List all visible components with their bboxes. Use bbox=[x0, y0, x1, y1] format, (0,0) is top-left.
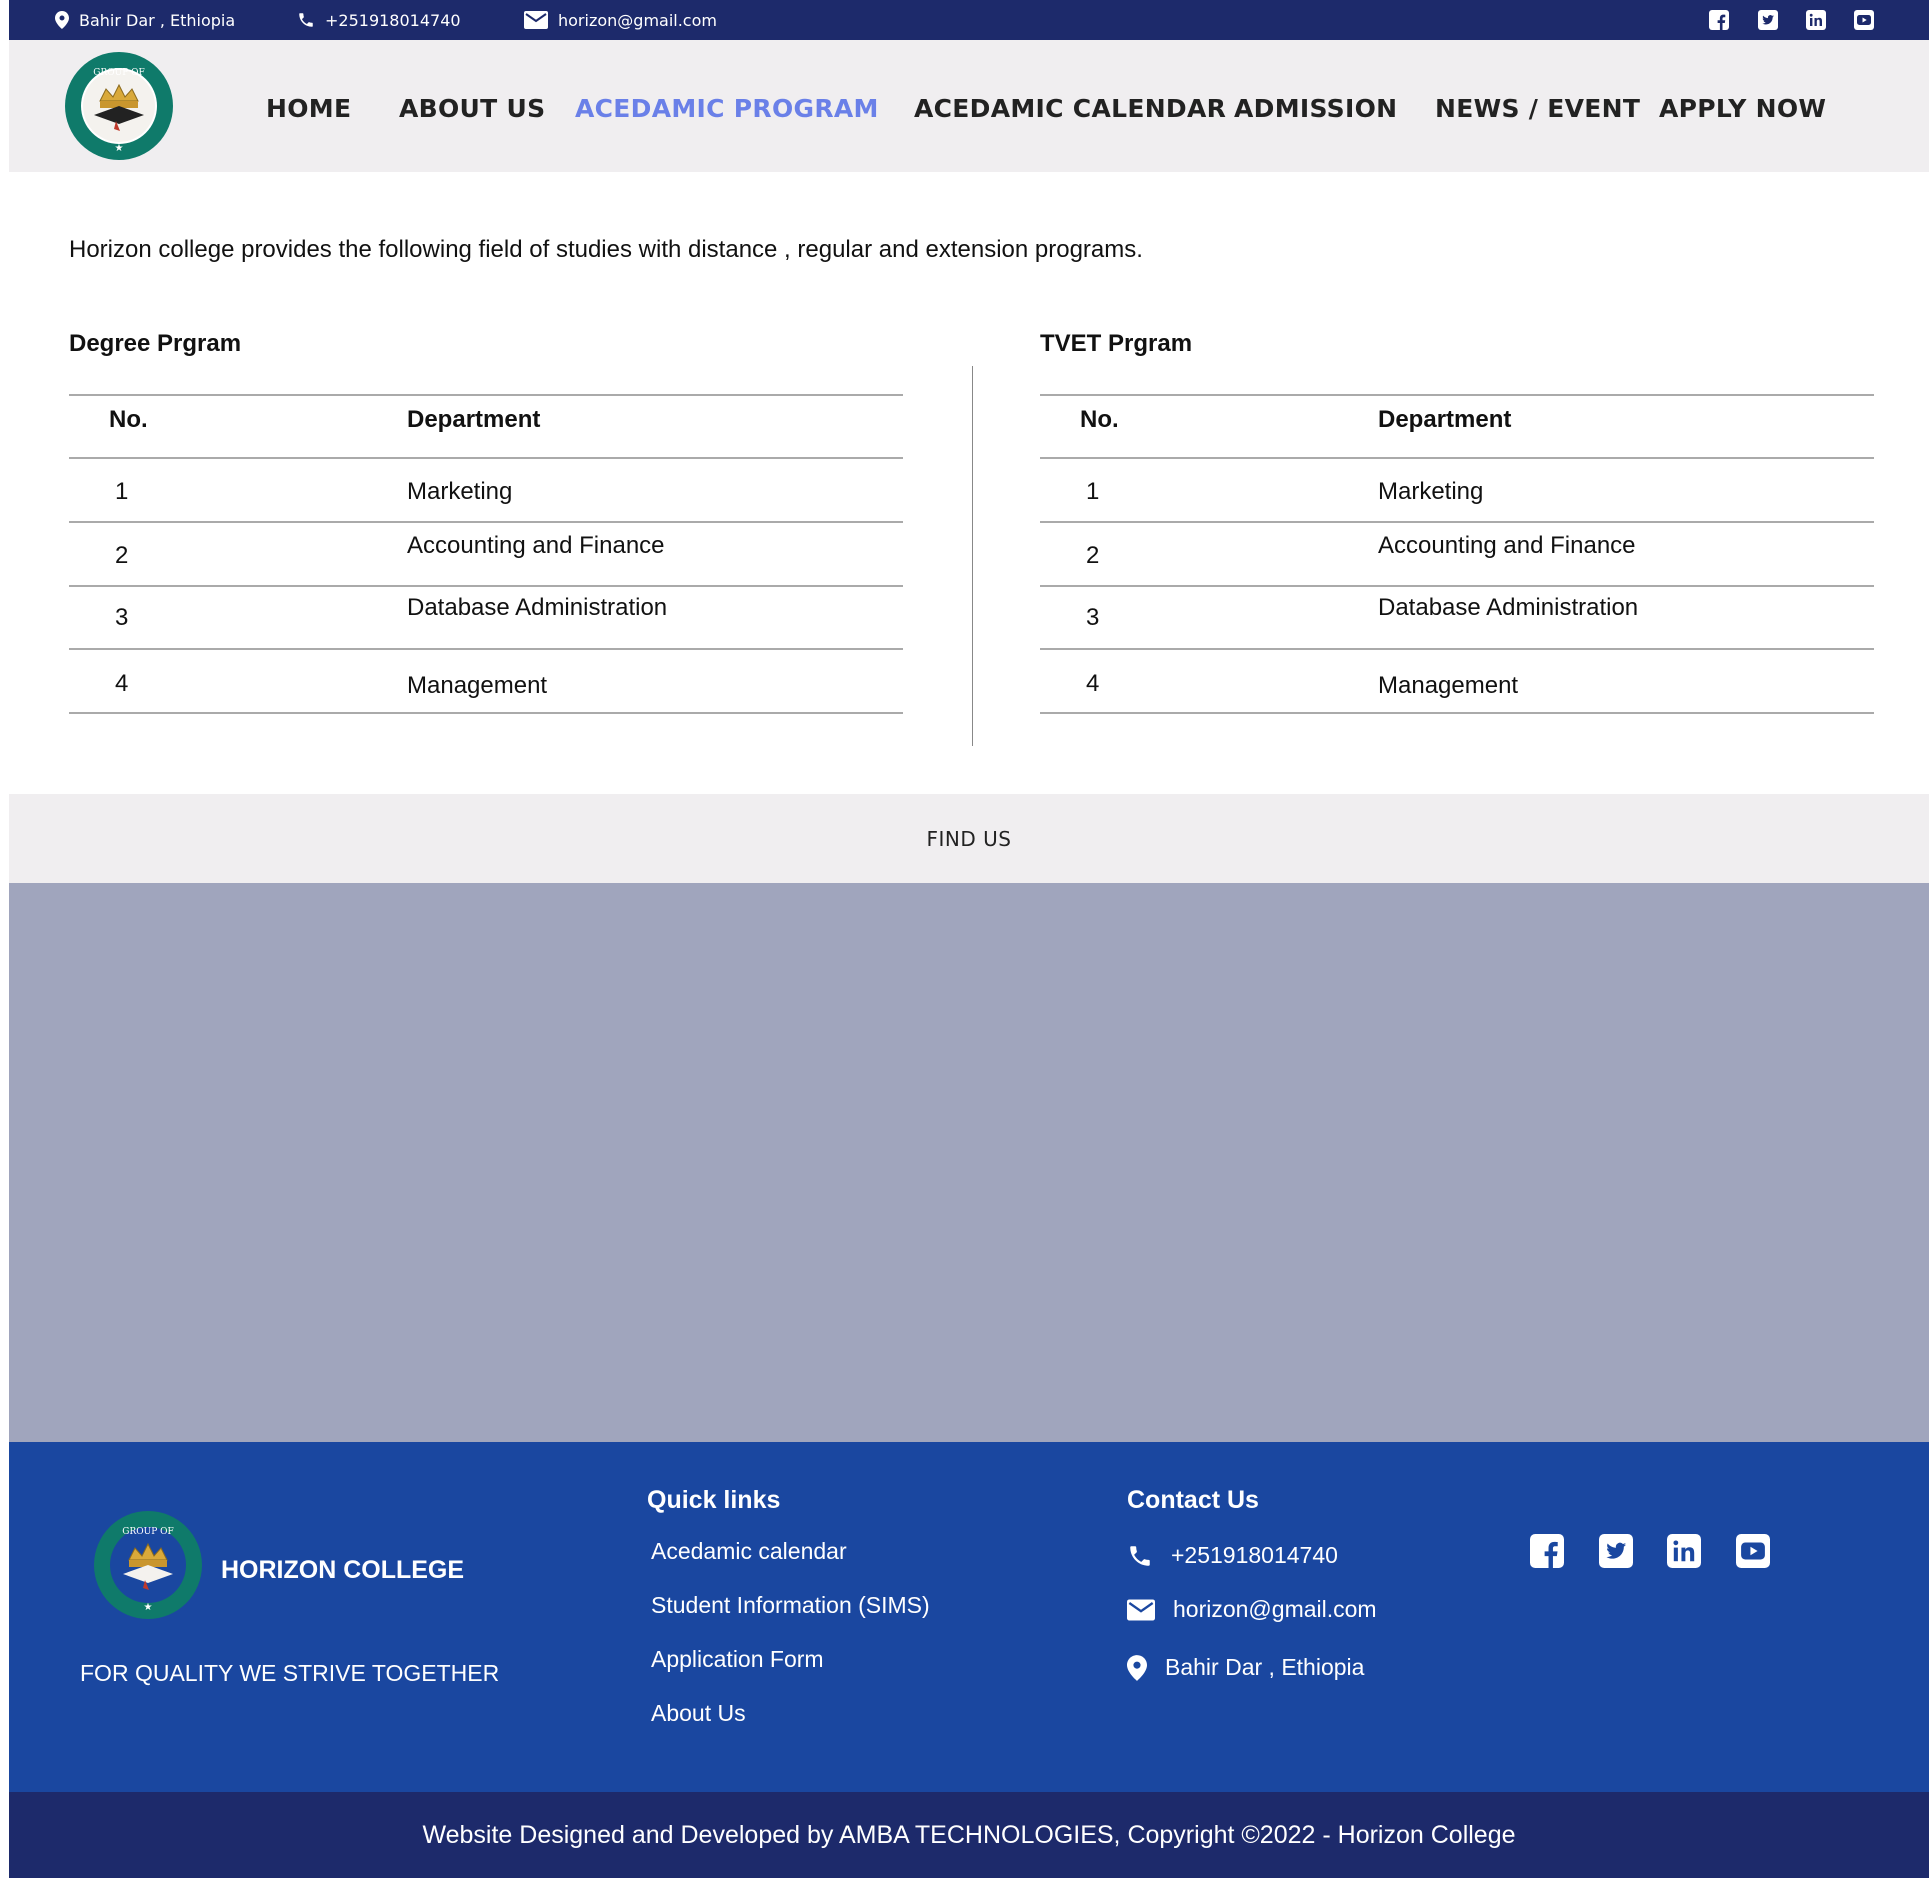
table-rule bbox=[69, 521, 903, 523]
phone-icon bbox=[1130, 1545, 1150, 1566]
footer-link-about-us[interactable]: About Us bbox=[651, 1700, 746, 1727]
table-row-no: 2 bbox=[115, 542, 129, 569]
youtube-icon[interactable] bbox=[1736, 1534, 1770, 1568]
footer-contact-email[interactable]: horizon@gmail.com bbox=[1127, 1596, 1377, 1623]
table-rule bbox=[1040, 457, 1874, 459]
topbar-phone[interactable]: +251918014740 bbox=[297, 0, 461, 40]
table-rule bbox=[1040, 394, 1874, 396]
table-rule bbox=[69, 712, 903, 714]
footer-brand-name: HORIZON COLLEGE bbox=[221, 1556, 465, 1584]
youtube-icon[interactable] bbox=[1854, 10, 1874, 30]
col-header-no: No. bbox=[1080, 406, 1119, 433]
footer-college-logo-icon: GROUP OF ★ bbox=[94, 1511, 202, 1619]
location-pin-icon bbox=[55, 11, 69, 29]
table-rule bbox=[69, 394, 903, 396]
table-row-no: 3 bbox=[1086, 604, 1100, 631]
col-header-department: Department bbox=[407, 406, 541, 433]
table-row-department: Management bbox=[1378, 672, 1519, 699]
linkedin-icon[interactable] bbox=[1667, 1534, 1701, 1568]
linkedin-icon[interactable] bbox=[1806, 10, 1826, 30]
table-row-department: Accounting and Finance bbox=[407, 532, 665, 559]
quick-links-heading: Quick links bbox=[647, 1486, 781, 1514]
table-row-no: 2 bbox=[1086, 542, 1100, 569]
footer-link-student-information[interactable]: Student Information (SIMS) bbox=[651, 1592, 930, 1619]
table-rule bbox=[1040, 585, 1874, 587]
facebook-icon[interactable] bbox=[1709, 10, 1729, 30]
copyright-bar: Website Designed and Developed by AMBA T… bbox=[9, 1792, 1929, 1878]
svg-text:★: ★ bbox=[115, 143, 124, 154]
twitter-icon[interactable] bbox=[1599, 1534, 1633, 1568]
footer-contact-phone[interactable]: +251918014740 bbox=[1127, 1542, 1338, 1569]
footer-link-academic-calendar[interactable]: Acedamic calendar bbox=[651, 1538, 847, 1565]
nav-news-event[interactable]: NEWS / EVENT bbox=[1435, 80, 1640, 136]
table-row-no: 1 bbox=[115, 478, 129, 505]
svg-text:GROUP OF: GROUP OF bbox=[122, 1527, 173, 1537]
svg-text:GROUP OF: GROUP OF bbox=[93, 68, 144, 78]
footer-contact-location: Bahir Dar , Ethiopia bbox=[1127, 1654, 1364, 1681]
topbar-phone-text: +251918014740 bbox=[325, 10, 461, 30]
mail-icon bbox=[1127, 1599, 1155, 1620]
find-us-label: FIND US bbox=[926, 826, 1012, 851]
table-row-department: Database Administration bbox=[407, 594, 668, 621]
col-header-no: No. bbox=[109, 406, 148, 433]
topbar-email-text: horizon@gmail.com bbox=[558, 10, 717, 30]
table-rule bbox=[1040, 648, 1874, 650]
table-rule bbox=[69, 457, 903, 459]
degree-program-title: Degree Prgram bbox=[69, 330, 242, 357]
table-rule bbox=[1040, 521, 1874, 523]
phone-icon bbox=[299, 13, 313, 27]
col-header-department: Department bbox=[1378, 406, 1512, 433]
location-pin-icon bbox=[1127, 1654, 1147, 1681]
table-row-department: Management bbox=[407, 672, 548, 699]
footer-location-text: Bahir Dar , Ethiopia bbox=[1165, 1654, 1365, 1680]
tvet-program-title: TVET Prgram bbox=[1040, 330, 1193, 357]
footer-phone-text: +251918014740 bbox=[1171, 1542, 1338, 1568]
intro-text: Horizon college provides the following f… bbox=[69, 236, 1143, 263]
column-divider bbox=[972, 366, 973, 746]
college-logo-icon[interactable]: GROUP OF ★ bbox=[64, 51, 174, 161]
nav-apply-now[interactable]: APPLY NOW bbox=[1659, 80, 1826, 136]
svg-text:★: ★ bbox=[144, 1602, 153, 1613]
topbar-location: Bahir Dar , Ethiopia bbox=[55, 0, 235, 40]
table-rule bbox=[69, 648, 903, 650]
footer-email-text: horizon@gmail.com bbox=[1173, 1596, 1377, 1622]
contact-us-heading: Contact Us bbox=[1127, 1486, 1259, 1514]
top-bar: Bahir Dar , Ethiopia +251918014740 horiz… bbox=[9, 0, 1929, 40]
footer-link-application-form[interactable]: Application Form bbox=[651, 1646, 824, 1673]
nav-home[interactable]: HOME bbox=[266, 80, 351, 136]
facebook-icon[interactable] bbox=[1530, 1534, 1564, 1568]
footer-tagline: FOR QUALITY WE STRIVE TOGETHER bbox=[80, 1660, 500, 1686]
main-navbar: GROUP OF ★ HOME ABOUT US ACEDAMIC PROGRA… bbox=[9, 40, 1929, 172]
table-row-no: 3 bbox=[115, 604, 129, 631]
table-row-department: Marketing bbox=[407, 478, 513, 505]
table-rule bbox=[1040, 712, 1874, 714]
nav-academic-calendar[interactable]: ACEDAMIC CALENDAR bbox=[914, 80, 1226, 136]
copyright-text: Website Designed and Developed by AMBA T… bbox=[422, 1820, 1516, 1849]
table-row-no: 1 bbox=[1086, 478, 1100, 505]
map-embed[interactable] bbox=[9, 883, 1929, 1442]
find-us-bar: FIND US bbox=[9, 794, 1929, 883]
page: Bahir Dar , Ethiopia +251918014740 horiz… bbox=[9, 0, 1929, 1878]
table-row-no: 4 bbox=[115, 670, 129, 697]
topbar-location-text: Bahir Dar , Ethiopia bbox=[79, 10, 236, 30]
nav-academic-program[interactable]: ACEDAMIC PROGRAM bbox=[575, 80, 879, 136]
nav-admission[interactable]: ADMISSION bbox=[1234, 80, 1397, 136]
table-rule bbox=[69, 585, 903, 587]
table-row-no: 4 bbox=[1086, 670, 1100, 697]
table-row-department: Accounting and Finance bbox=[1378, 532, 1636, 559]
nav-about-us[interactable]: ABOUT US bbox=[399, 80, 545, 136]
table-row-department: Database Administration bbox=[1378, 594, 1639, 621]
twitter-icon[interactable] bbox=[1758, 10, 1778, 30]
footer: GROUP OF ★ HORIZON COLLEGE FOR QUALITY W… bbox=[9, 1442, 1929, 1792]
topbar-email[interactable]: horizon@gmail.com bbox=[524, 0, 717, 40]
table-row-department: Marketing bbox=[1378, 478, 1484, 505]
mail-icon bbox=[524, 11, 548, 29]
